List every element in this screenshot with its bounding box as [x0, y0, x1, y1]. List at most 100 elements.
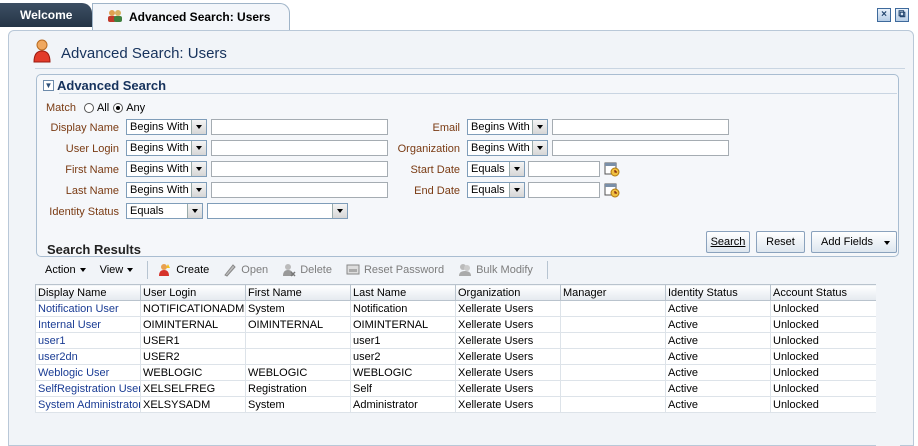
match-any-radio[interactable]: [113, 103, 124, 113]
table-cell: OIMINTERNAL: [140, 316, 246, 333]
search-button[interactable]: Search: [706, 231, 750, 253]
table-cell: user1: [350, 332, 456, 349]
table-cell: Active: [665, 316, 771, 333]
end-date-input[interactable]: [528, 182, 600, 198]
view-menu[interactable]: View: [100, 264, 134, 276]
display-name-link[interactable]: Weblogic User: [35, 364, 141, 381]
detach-icon[interactable]: ⧉: [895, 8, 909, 22]
toolbar-separator: [546, 261, 548, 279]
chevron-down-icon: [127, 268, 134, 272]
first-name-operator[interactable]: Begins With: [126, 161, 207, 177]
display-name-link[interactable]: Internal User: [35, 316, 141, 333]
action-menu[interactable]: Action: [45, 264, 86, 276]
reset-password-button[interactable]: Reset Password: [346, 263, 444, 277]
table-row[interactable]: SelfRegistration User XELSELFREG Registr…: [35, 380, 877, 397]
table-cell: Xellerate Users: [455, 348, 561, 365]
table-cell: [560, 380, 666, 397]
first-name-operator-value: Begins With: [130, 163, 189, 175]
delete-button[interactable]: Delete: [282, 263, 332, 277]
create-button[interactable]: Create: [158, 263, 209, 277]
column-header[interactable]: Account Status: [770, 284, 877, 301]
match-all-radio[interactable]: [83, 103, 94, 113]
calendar-icon[interactable]: [604, 182, 620, 198]
edit-icon: [223, 263, 237, 277]
column-header[interactable]: Display Name: [35, 284, 141, 301]
table-cell: Xellerate Users: [455, 364, 561, 381]
user-login-operator[interactable]: Begins With: [126, 140, 207, 156]
table-row[interactable]: Internal User OIMINTERNAL OIMINTERNAL OI…: [35, 316, 877, 333]
last-name-operator[interactable]: Begins With: [126, 182, 207, 198]
table-row[interactable]: user1 USER1 user1 Xellerate Users Active…: [35, 332, 877, 349]
column-header[interactable]: First Name: [245, 284, 351, 301]
column-header[interactable]: Manager: [560, 284, 666, 301]
chevron-down-icon: [191, 162, 206, 176]
page-title-text: Advanced Search: Users: [61, 44, 227, 62]
display-name-link[interactable]: SelfRegistration User: [35, 380, 141, 397]
tab-advanced-search-users[interactable]: Advanced Search: Users: [92, 3, 290, 30]
email-input[interactable]: [552, 119, 729, 135]
table-cell: [560, 316, 666, 333]
open-button[interactable]: Open: [223, 263, 268, 277]
display-name-link[interactable]: System Administrator: [35, 396, 141, 413]
column-header[interactable]: Last Name: [350, 284, 456, 301]
table-cell: System: [245, 300, 351, 317]
collapse-icon[interactable]: ▼: [43, 80, 54, 91]
identity-status-select[interactable]: [207, 203, 348, 219]
organization-input[interactable]: [552, 140, 729, 156]
create-label: Create: [176, 264, 210, 276]
table-cell: WEBLOGIC: [245, 364, 351, 381]
toolbar-separator: [147, 261, 149, 279]
table-cell: user2: [350, 348, 456, 365]
reset-button[interactable]: Reset: [756, 231, 805, 253]
identity-status-label: Identity Status: [49, 206, 119, 218]
chevron-down-icon: [509, 183, 524, 197]
display-name-link[interactable]: Notification User: [35, 300, 141, 317]
advanced-search-header[interactable]: ▼ Advanced Search: [43, 78, 166, 93]
display-name-operator[interactable]: Begins With: [126, 119, 207, 135]
column-header[interactable]: Identity Status: [665, 284, 771, 301]
table-cell: Unlocked: [770, 380, 877, 397]
column-header[interactable]: Organization: [455, 284, 561, 301]
end-date-operator[interactable]: Equals: [467, 182, 525, 198]
calendar-icon[interactable]: [604, 161, 620, 177]
display-name-operator-value: Begins With: [130, 121, 189, 133]
email-operator[interactable]: Begins With: [467, 119, 548, 135]
first-name-input[interactable]: [211, 161, 388, 177]
email-label: Email: [432, 122, 460, 134]
table-row[interactable]: user2dn USER2 user2 Xellerate Users Acti…: [35, 348, 877, 365]
table-row[interactable]: System Administrator XELSYSADM System Ad…: [35, 396, 877, 413]
table-cell: [245, 348, 351, 365]
results-toolbar: Action View Create Open Delete Reset Pas…: [35, 259, 901, 281]
table-row[interactable]: Weblogic User WEBLOGIC WEBLOGIC WEBLOGIC…: [35, 364, 877, 381]
table-cell: OIMINTERNAL: [245, 316, 351, 333]
table-cell: Unlocked: [770, 348, 877, 365]
display-name-input[interactable]: [211, 119, 388, 135]
column-header[interactable]: User Login: [140, 284, 246, 301]
table-cell: NOTIFICATIONADMIN: [140, 300, 246, 317]
organization-operator[interactable]: Begins With: [467, 140, 548, 156]
bulk-modify-button[interactable]: Bulk Modify: [458, 263, 533, 277]
tab-welcome[interactable]: Welcome: [0, 3, 92, 27]
last-name-operator-value: Begins With: [130, 184, 189, 196]
table-row[interactable]: Notification User NOTIFICATIONADMIN Syst…: [35, 300, 877, 317]
last-name-input[interactable]: [211, 182, 388, 198]
display-name-link[interactable]: user2dn: [35, 348, 141, 365]
table-cell: [245, 332, 351, 349]
match-label: Match: [46, 102, 76, 114]
identity-status-operator[interactable]: Equals: [126, 203, 203, 219]
user-login-input[interactable]: [211, 140, 388, 156]
reset-password-label: Reset Password: [363, 264, 445, 276]
table-cell: Unlocked: [770, 316, 877, 333]
display-name-link[interactable]: user1: [35, 332, 141, 349]
table-cell: WEBLOGIC: [350, 364, 456, 381]
table-cell: Xellerate Users: [455, 380, 561, 397]
table-cell: WEBLOGIC: [140, 364, 246, 381]
table-cell: System: [245, 396, 351, 413]
close-tab-icon[interactable]: ×: [877, 8, 891, 22]
start-date-operator[interactable]: Equals: [467, 161, 525, 177]
view-menu-label: View: [99, 264, 124, 276]
start-date-input[interactable]: [528, 161, 600, 177]
chevron-down-icon: [884, 241, 890, 245]
table-cell: USER2: [140, 348, 246, 365]
add-fields-button[interactable]: Add Fields: [811, 231, 897, 253]
